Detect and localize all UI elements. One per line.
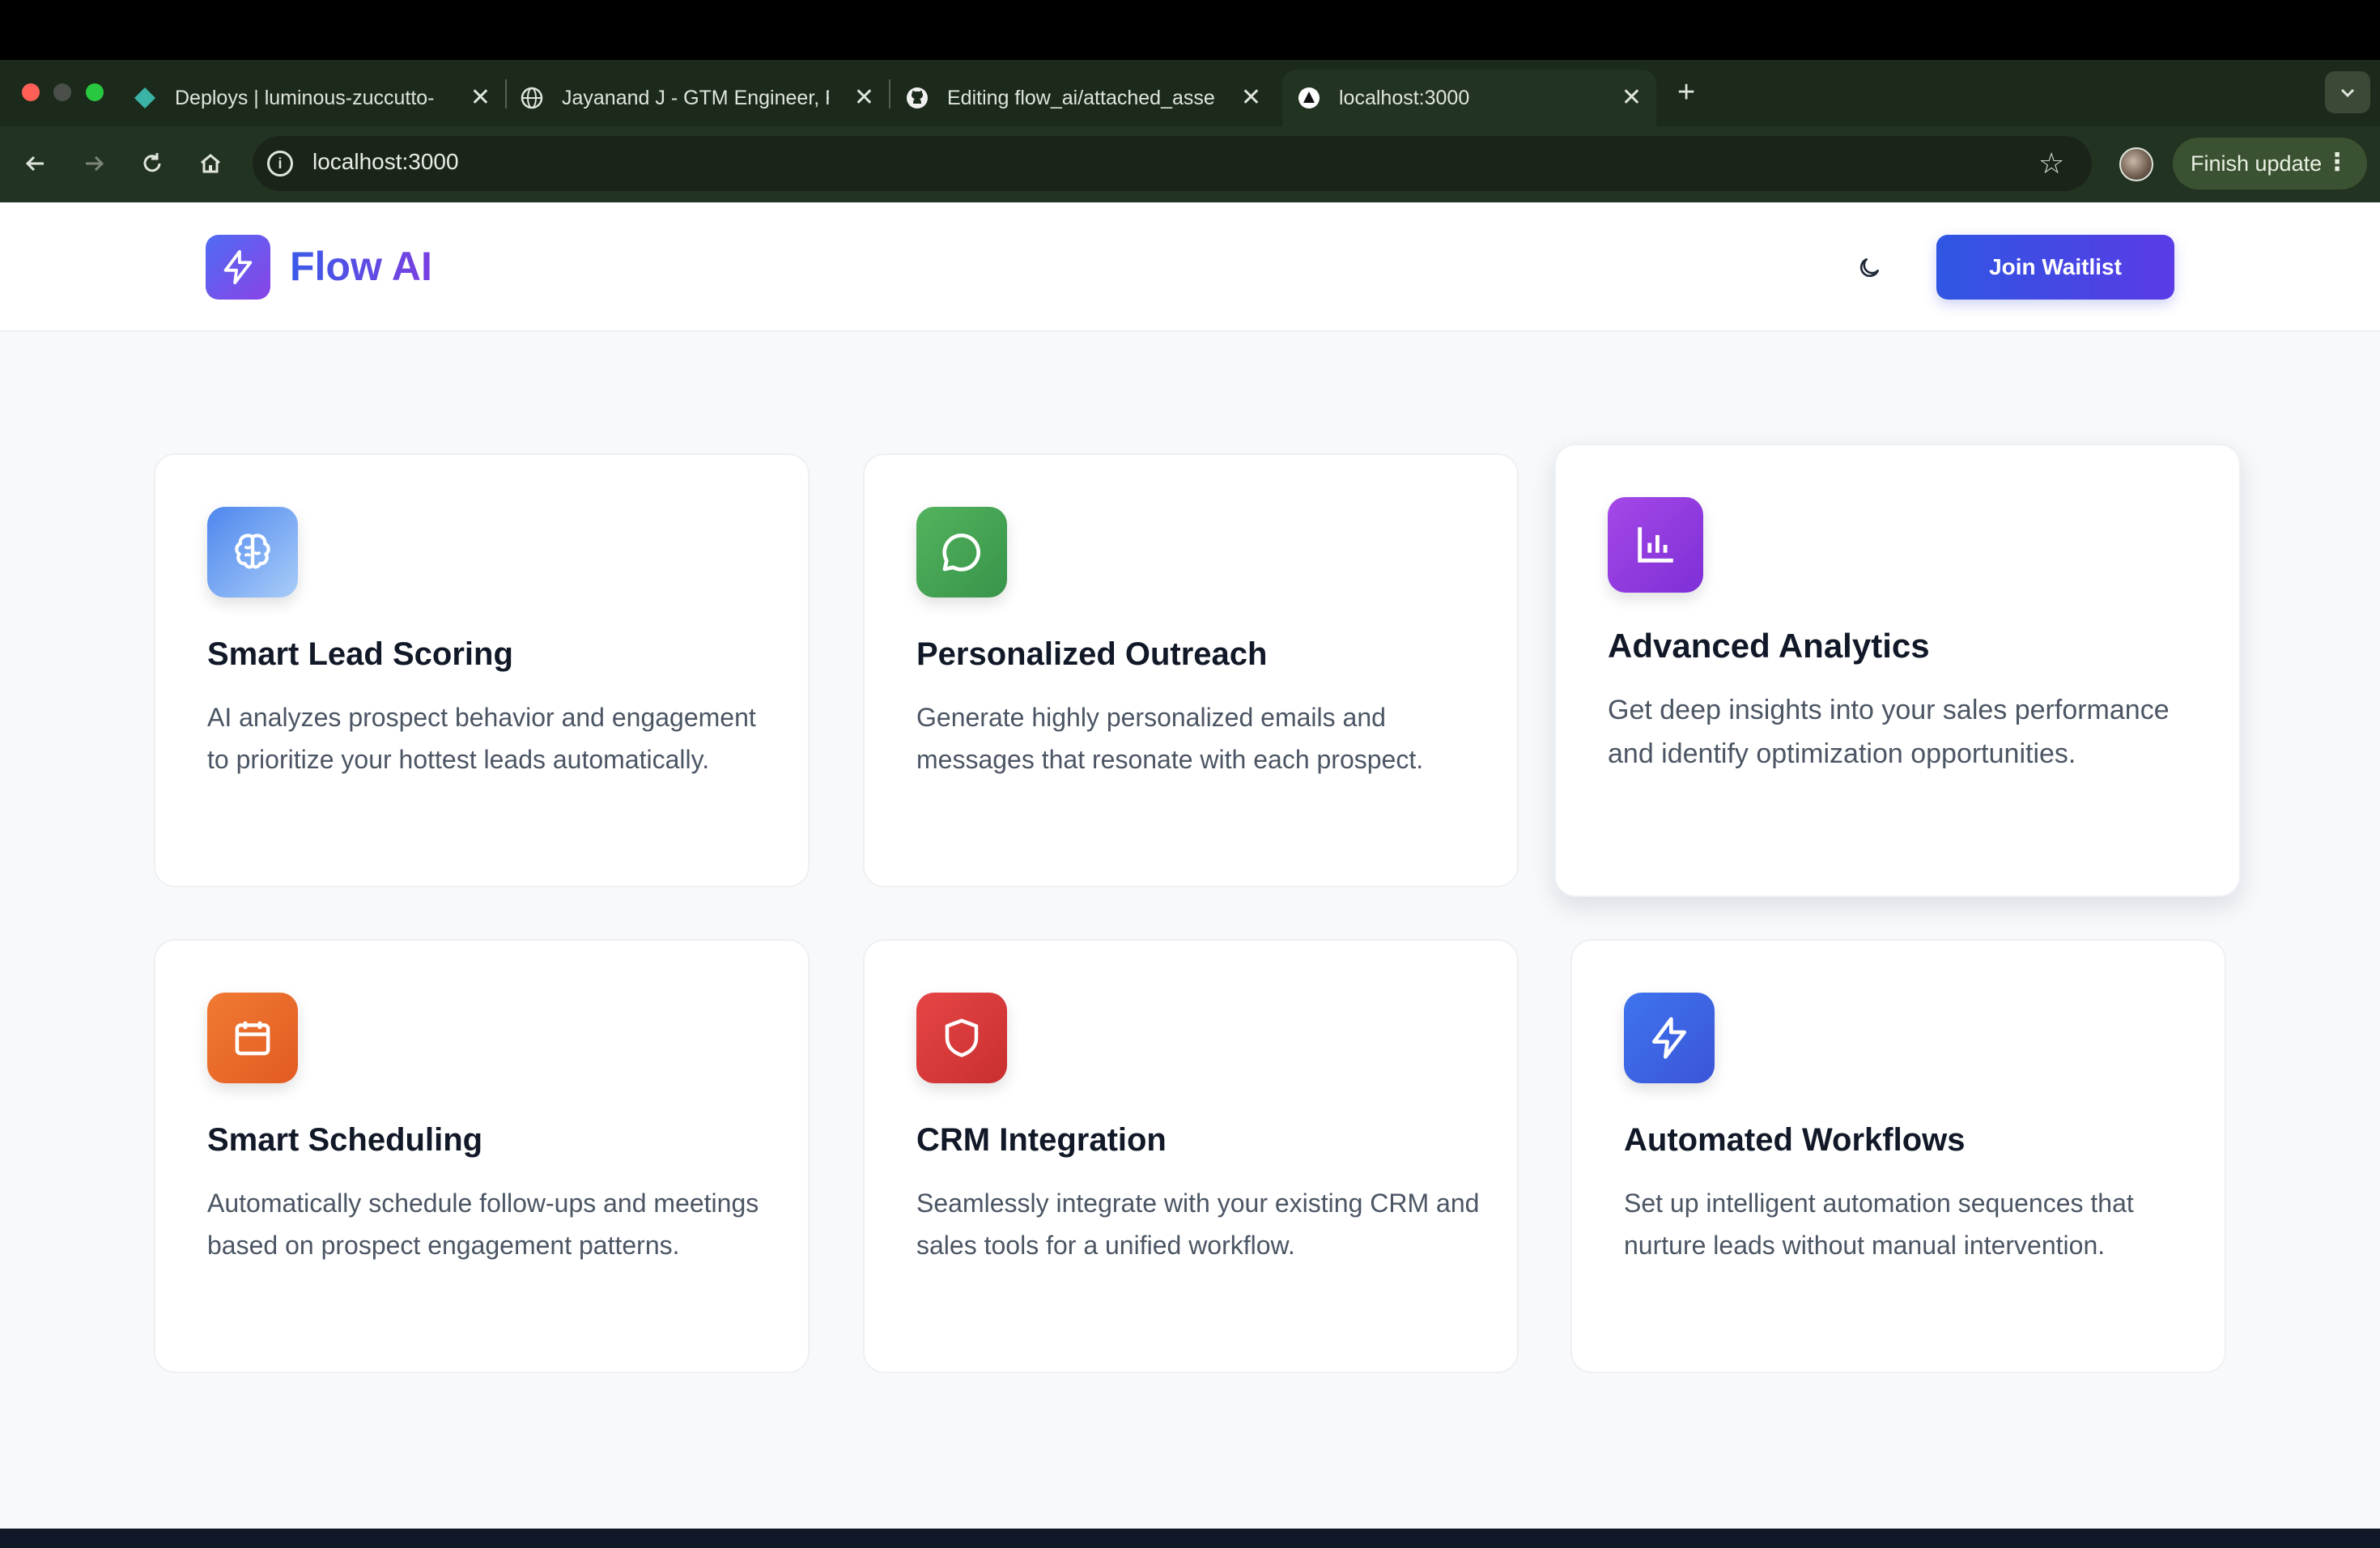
tab-title: localhost:3000	[1339, 86, 1470, 109]
bar-chart-icon	[1638, 527, 1673, 563]
forward-button[interactable]	[74, 144, 113, 183]
feature-card: CRM Integration Seamlessly integrate wit…	[863, 939, 1519, 1373]
feature-card-hovered: Advanced Analytics Get deep insights int…	[1554, 444, 2241, 897]
browser-tab-active[interactable]: localhost:3000 ✕	[1282, 70, 1656, 126]
home-button[interactable]	[191, 144, 230, 183]
arrow-left-icon	[25, 155, 44, 172]
page-footer-edge	[0, 1529, 2380, 1548]
feature-title: Smart Scheduling	[207, 1122, 483, 1158]
bookmark-star-icon[interactable]: ☆	[2038, 147, 2064, 180]
feature-icon-badge	[916, 993, 1007, 1083]
window-close-button[interactable]	[22, 83, 40, 101]
calendar-icon	[235, 1021, 270, 1056]
feature-description: AI analyzes prospect behavior and engage…	[207, 703, 756, 774]
browser-tab[interactable]: Deploys | luminous-zuccutto- ✕	[133, 70, 505, 126]
tab-title: Jayanand J - GTM Engineer, F	[562, 86, 829, 109]
feature-description: Generate highly personalized emails and …	[916, 703, 1424, 774]
feature-description: Get deep insights into your sales perfor…	[1608, 695, 2170, 769]
shield-icon	[945, 1019, 979, 1057]
tab-close-icon[interactable]: ✕	[1621, 84, 1642, 112]
tab-title: Editing flow_ai/attached_asse	[947, 86, 1214, 109]
feature-icon-badge	[1608, 497, 1703, 593]
more-vertical-icon[interactable]: ⋮	[2325, 147, 2349, 178]
tab-divider	[505, 79, 507, 108]
join-waitlist-button[interactable]: Join Waitlist	[1936, 235, 2174, 300]
tab-search-button[interactable]	[2325, 71, 2370, 113]
feature-icon-badge	[207, 993, 298, 1083]
tab-close-icon[interactable]: ✕	[1241, 84, 1261, 112]
finish-update-label: Finish update	[2191, 151, 2323, 176]
lightning-icon	[223, 249, 253, 285]
feature-icon-badge	[1624, 993, 1715, 1083]
moon-icon	[1859, 258, 1879, 278]
site-info-icon[interactable]: i	[267, 151, 293, 176]
feature-icon-badge	[207, 507, 298, 598]
brand-name[interactable]: Flow AI	[290, 243, 432, 290]
feature-title: CRM Integration	[916, 1122, 1167, 1158]
feature-title: Personalized Outreach	[916, 636, 1268, 672]
reload-button[interactable]	[133, 144, 172, 183]
site-header: Flow AI Join Waitlist	[0, 202, 2380, 332]
message-icon	[942, 534, 980, 572]
feature-title: Smart Lead Scoring	[207, 636, 513, 672]
feature-title: Automated Workflows	[1624, 1122, 1966, 1158]
feature-card: Automated Workflows Set up intelligent a…	[1570, 939, 2226, 1373]
feature-description: Automatically schedule follow-ups and me…	[207, 1189, 759, 1260]
feature-title: Advanced Analytics	[1608, 627, 1930, 665]
feature-description: Seamlessly integrate with your existing …	[916, 1189, 1480, 1260]
page-viewport: Flow AI Join Waitlist Smart Lead Scoring…	[0, 202, 2380, 1529]
tab-close-icon[interactable]: ✕	[470, 84, 491, 112]
theme-toggle-button[interactable]	[1852, 251, 1886, 285]
address-bar[interactable]	[253, 136, 2092, 191]
logo-mark[interactable]	[206, 235, 270, 300]
tab-close-icon[interactable]: ✕	[854, 84, 874, 112]
github-icon	[905, 86, 929, 110]
address-url[interactable]: localhost:3000	[312, 149, 459, 175]
feature-card: Personalized Outreach Generate highly pe…	[863, 453, 1519, 887]
globe-icon	[520, 86, 544, 110]
screen-top-band	[0, 0, 2380, 60]
feature-card: Smart Lead Scoring AI analyzes prospect …	[154, 453, 810, 887]
window-zoom-button[interactable]	[86, 83, 104, 101]
triangle-icon	[1297, 86, 1321, 110]
feature-description: Set up intelligent automation sequences …	[1624, 1189, 2134, 1260]
window-minimize-button[interactable]	[53, 83, 71, 101]
reload-icon	[143, 153, 161, 172]
tab-title: Deploys | luminous-zuccutto-	[175, 86, 435, 109]
new-tab-icon[interactable]: +	[1677, 76, 1695, 108]
home-icon	[201, 154, 220, 173]
chevron-down-icon	[2340, 88, 2355, 98]
feature-card: Smart Scheduling Automatically schedule …	[154, 939, 810, 1373]
tab-divider	[889, 79, 890, 108]
arrow-right-icon	[86, 155, 104, 172]
browser-tab[interactable]: Jayanand J - GTM Engineer, F ✕	[520, 70, 889, 126]
lightning-icon	[1652, 1017, 1686, 1059]
netlify-diamond-icon	[133, 86, 157, 110]
profile-avatar[interactable]	[2119, 147, 2153, 181]
back-button[interactable]	[16, 144, 55, 183]
finish-update-button[interactable]: Finish update ⋮	[2173, 138, 2367, 189]
brain-icon	[235, 534, 270, 569]
browser-tab[interactable]: Editing flow_ai/attached_asse ✕	[905, 70, 1276, 126]
feature-icon-badge	[916, 507, 1007, 598]
